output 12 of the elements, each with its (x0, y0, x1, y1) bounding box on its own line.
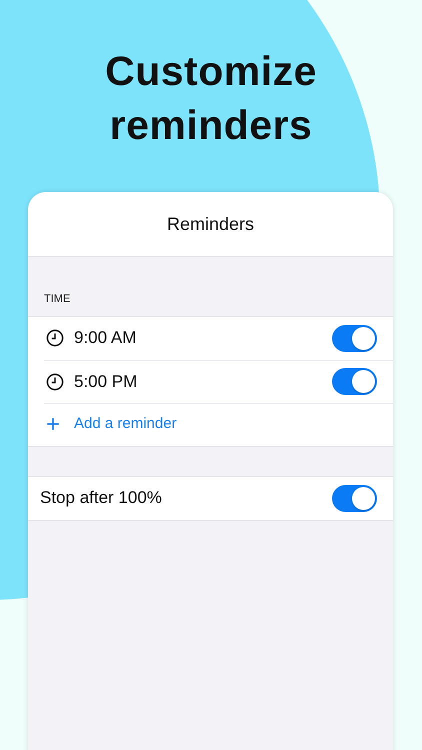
toggle-switch[interactable] (332, 324, 377, 352)
setting-label: Stop after 100% (40, 487, 162, 510)
toggle-switch[interactable] (332, 484, 377, 512)
clock-icon (46, 329, 64, 347)
reminder-time: 5:00 PM (74, 370, 138, 393)
screen-title: Reminders (166, 212, 254, 236)
clock-icon (46, 372, 64, 390)
headline: Customize reminders (104, 47, 318, 150)
section-header: TIME (43, 292, 72, 307)
toggle-switch[interactable] (332, 368, 377, 395)
add-reminder-button[interactable]: + Add a reminder (46, 412, 177, 436)
reminder-time: 9:00 AM (74, 327, 136, 350)
